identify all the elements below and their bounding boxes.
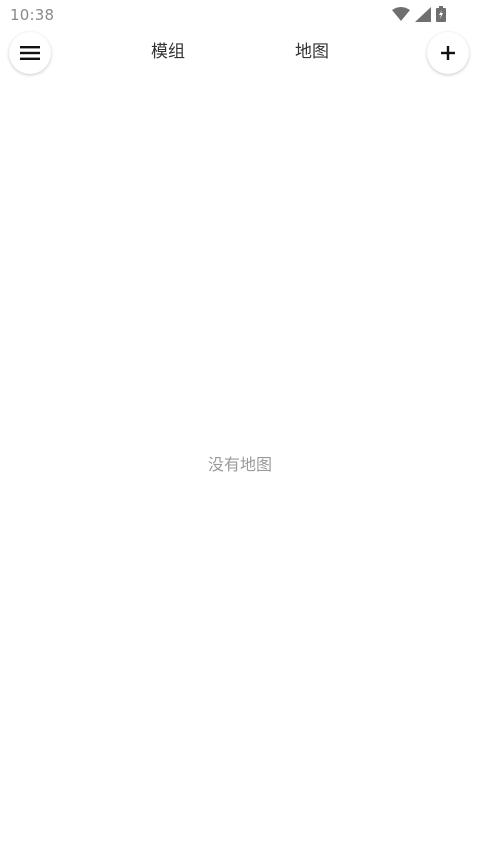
add-button[interactable] [427, 32, 469, 74]
plus-icon [441, 46, 455, 60]
hamburger-menu-icon [20, 46, 40, 60]
menu-button[interactable] [9, 32, 51, 74]
status-time: 10:38 [10, 6, 55, 24]
empty-state-message: 没有地图 [207, 455, 272, 474]
status-icons [392, 6, 446, 22]
wifi-icon [392, 7, 410, 21]
battery-charging-icon [436, 6, 446, 22]
app-screen: 10:38 模组 地图 没有地图 [0, 0, 480, 853]
tab-mods[interactable]: 模组 [151, 40, 185, 64]
tab-maps[interactable]: 地图 [295, 40, 329, 64]
cellular-signal-icon [415, 6, 431, 22]
top-app-bar: 模组 地图 [0, 30, 480, 76]
status-bar: 10:38 [0, 0, 480, 30]
